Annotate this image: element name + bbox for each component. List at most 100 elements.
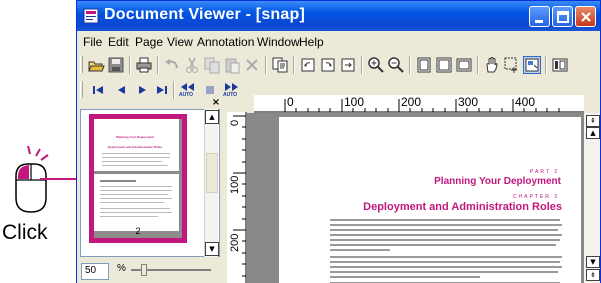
horizontal-ruler: 0 100 200 300 400 bbox=[254, 95, 584, 113]
ruler-label: 100 bbox=[229, 175, 241, 194]
auto-back-icon[interactable]: AUTO bbox=[178, 81, 198, 99]
toolbar-separator bbox=[265, 56, 267, 74]
zoom-percent-label: % bbox=[117, 263, 126, 274]
menu-window[interactable]: Window bbox=[257, 35, 300, 49]
zoom-in-icon[interactable] bbox=[367, 56, 385, 74]
thumbnail-page-1[interactable]: Planning Your Deployment Deployment and … bbox=[94, 119, 179, 171]
save-icon[interactable] bbox=[107, 56, 125, 74]
panel-close-button[interactable]: × bbox=[210, 98, 222, 109]
text-line bbox=[100, 180, 136, 182]
document-scrollbar[interactable]: ⇞ ▲ ▼ ⇟ bbox=[584, 113, 600, 283]
scroll-down-button[interactable]: ▼ bbox=[586, 256, 600, 268]
hand-icon[interactable] bbox=[483, 56, 501, 74]
scroll-up-button[interactable]: ▲ bbox=[586, 127, 600, 139]
menu-edit[interactable]: Edit bbox=[108, 35, 129, 49]
menu-help[interactable]: Help bbox=[299, 35, 324, 49]
copy-icon[interactable] bbox=[203, 56, 221, 74]
auto-forward-label: AUTO bbox=[223, 92, 238, 98]
document-view[interactable]: PART 2 Planning Your Deployment CHAPTER … bbox=[247, 113, 584, 283]
auto-back-label: AUTO bbox=[179, 92, 194, 98]
ruler-label: 300 bbox=[458, 95, 479, 109]
undo-icon[interactable] bbox=[163, 56, 181, 74]
toolbar-separator bbox=[157, 56, 159, 74]
scroll-page-up-button[interactable]: ⇞ bbox=[586, 115, 600, 127]
minimize-icon bbox=[535, 20, 543, 23]
text-line bbox=[100, 186, 172, 187]
app-icon bbox=[83, 8, 99, 24]
ruler-label: 200 bbox=[401, 95, 422, 109]
ruler-label: 200 bbox=[229, 233, 241, 252]
chapter-label: CHAPTER 3 bbox=[512, 194, 559, 200]
scroll-up-button[interactable]: ▲ bbox=[205, 110, 219, 124]
toolbar-grip[interactable] bbox=[80, 81, 83, 98]
delete-icon[interactable] bbox=[243, 56, 261, 74]
thumbnail-page-2[interactable] bbox=[94, 174, 179, 231]
menu-file[interactable]: File bbox=[83, 35, 102, 49]
text-line bbox=[102, 153, 170, 154]
rotate-left-icon[interactable] bbox=[299, 56, 317, 74]
text-line bbox=[330, 224, 562, 226]
main-toolbar bbox=[77, 53, 600, 77]
panel-icon[interactable] bbox=[551, 56, 569, 74]
scroll-down-button[interactable]: ▼ bbox=[205, 242, 219, 256]
text-line bbox=[102, 157, 170, 158]
text-line bbox=[100, 212, 172, 213]
full-page-icon[interactable] bbox=[455, 56, 473, 74]
chapter-title: Deployment and Administration Roles bbox=[363, 201, 562, 213]
toolbar-separator bbox=[477, 56, 479, 74]
menu-view[interactable]: View bbox=[167, 35, 193, 49]
scroll-thumb[interactable] bbox=[206, 153, 218, 193]
page-copy-icon[interactable] bbox=[271, 56, 289, 74]
toolbar-separator bbox=[293, 56, 295, 74]
thumbnail-zoom-input[interactable]: 50 bbox=[81, 263, 109, 280]
print-icon[interactable] bbox=[135, 56, 153, 74]
cut-icon[interactable] bbox=[183, 56, 201, 74]
text-line bbox=[330, 276, 480, 278]
vertical-ruler: 0 100 200 bbox=[227, 112, 247, 283]
text-line bbox=[100, 194, 168, 195]
text-line bbox=[100, 216, 158, 217]
text-line bbox=[330, 234, 562, 236]
toolbar-grip[interactable] bbox=[80, 56, 83, 73]
snapshot-icon[interactable] bbox=[523, 56, 541, 74]
minimize-button[interactable] bbox=[529, 6, 550, 27]
maximize-button[interactable] bbox=[552, 6, 573, 27]
next-page-icon[interactable] bbox=[133, 81, 151, 99]
scroll-page-down-button[interactable]: ⇟ bbox=[586, 269, 600, 281]
text-line bbox=[330, 271, 558, 273]
ruler-label: 0 bbox=[229, 119, 241, 126]
text-line bbox=[102, 165, 168, 166]
text-line bbox=[330, 229, 558, 231]
two-page-icon[interactable] bbox=[435, 56, 453, 74]
title-bar[interactable]: Document Viewer - [snap] bbox=[77, 1, 600, 31]
double-down-arrow-icon: ⇟ bbox=[590, 271, 596, 279]
up-arrow-icon: ▲ bbox=[590, 129, 596, 137]
menu-page[interactable]: Page bbox=[135, 35, 163, 49]
double-up-arrow-icon: ⇞ bbox=[590, 117, 596, 125]
rotate-right-icon[interactable] bbox=[319, 56, 337, 74]
zoom-out-icon[interactable] bbox=[387, 56, 405, 74]
toolbar-separator bbox=[173, 81, 175, 99]
window-title: Document Viewer - [snap] bbox=[104, 6, 305, 23]
zoom-slider-knob[interactable] bbox=[141, 264, 147, 276]
last-page-icon[interactable] bbox=[153, 81, 171, 99]
close-icon: × bbox=[211, 97, 221, 108]
first-page-icon[interactable] bbox=[89, 81, 107, 99]
text-line bbox=[330, 244, 556, 246]
open-icon[interactable] bbox=[87, 56, 105, 74]
text-line bbox=[330, 239, 560, 241]
select-icon[interactable] bbox=[503, 56, 521, 74]
close-icon bbox=[581, 12, 591, 22]
paste-icon[interactable] bbox=[223, 56, 241, 74]
one-page-icon[interactable] bbox=[415, 56, 433, 74]
text-line bbox=[330, 256, 562, 258]
menu-annotation[interactable]: Annotation bbox=[197, 35, 254, 49]
thumb-title-1: Planning Your Deployment bbox=[116, 135, 155, 139]
auto-forward-icon[interactable]: AUTO bbox=[221, 81, 241, 99]
fit-icon[interactable] bbox=[339, 56, 357, 74]
prev-page-icon[interactable] bbox=[113, 81, 131, 99]
thumbnail-scrollbar[interactable]: ▲ ▼ bbox=[204, 109, 219, 257]
close-button[interactable] bbox=[575, 6, 596, 27]
text-line bbox=[102, 161, 162, 162]
part-label: PART 2 bbox=[530, 169, 559, 175]
